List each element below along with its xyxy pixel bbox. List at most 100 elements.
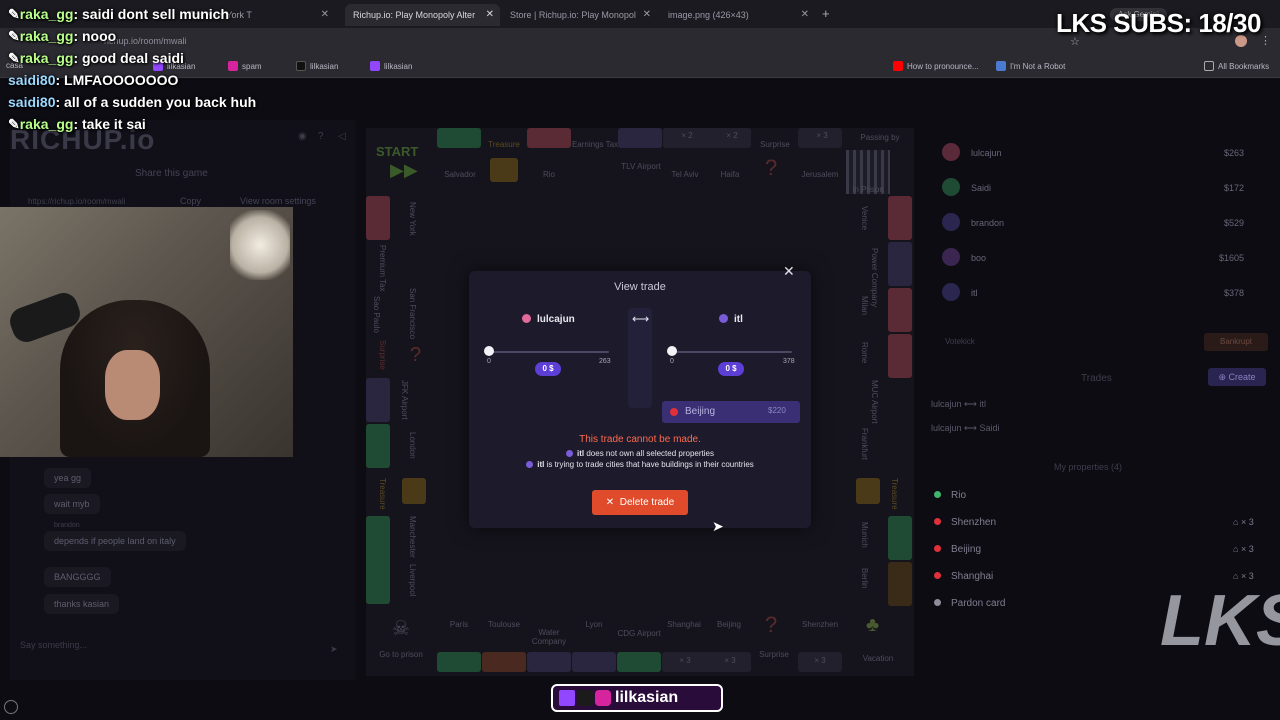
room-settings-button[interactable]: View room settings bbox=[240, 196, 316, 206]
bookmark-all[interactable]: All Bookmarks bbox=[1204, 61, 1269, 71]
house-multiplier: × 3 bbox=[724, 656, 736, 665]
property-row[interactable]: Rio bbox=[934, 490, 966, 501]
trade-row[interactable]: lulcajun ⟷ itl bbox=[931, 399, 986, 410]
cdg-color bbox=[617, 652, 661, 672]
tile-sao-paulo[interactable]: Sao Paulo bbox=[372, 296, 381, 333]
tile-surprise-bottom[interactable]: Surprise bbox=[752, 650, 796, 659]
sound-icon[interactable]: ◁ bbox=[338, 131, 346, 142]
tile-premium-tax[interactable]: Premium Tax bbox=[378, 245, 387, 292]
tile-berlin[interactable]: Berlin bbox=[860, 568, 869, 588]
tile-venice[interactable]: Venice bbox=[860, 206, 869, 230]
left-slider-min: 0 bbox=[487, 358, 491, 365]
player-row[interactable]: boo $1605 bbox=[924, 241, 1270, 275]
start-tile: START bbox=[376, 144, 419, 159]
bookmark-pronounce[interactable]: How to pronounce... bbox=[893, 61, 979, 71]
treasure-chest-icon bbox=[490, 158, 518, 182]
new-tab-icon[interactable]: + bbox=[822, 6, 830, 21]
send-icon[interactable]: ➤ bbox=[330, 644, 338, 655]
close-icon[interactable]: ✕ bbox=[801, 9, 809, 20]
bookmark-robot[interactable]: I'm Not a Robot bbox=[996, 61, 1065, 71]
left-money-slider-track[interactable] bbox=[489, 351, 609, 353]
tile-tlv-airport[interactable]: TLV Airport bbox=[614, 162, 668, 171]
property-row[interactable]: Shanghai bbox=[934, 571, 993, 582]
copy-button[interactable]: Copy bbox=[180, 196, 201, 206]
url-field[interactable]: richup.io/room/mwali bbox=[104, 36, 187, 46]
tile-treasure[interactable]: Treasure bbox=[482, 140, 526, 149]
tile-jfk-airport[interactable]: JFK Airport bbox=[400, 380, 409, 420]
tile-beijing[interactable]: Beijing bbox=[707, 620, 751, 629]
tile-tel-aviv[interactable]: Tel Aviv bbox=[663, 170, 707, 179]
tile-salvador[interactable]: Salvador bbox=[438, 170, 482, 179]
player-row[interactable]: itl $378 bbox=[924, 276, 1270, 310]
right-money-slider-track[interactable] bbox=[672, 351, 792, 353]
toulouse-color bbox=[482, 652, 526, 672]
right-slider-max: 378 bbox=[783, 358, 795, 365]
bookmark-lilkasian-2[interactable]: lilkasian bbox=[296, 61, 338, 71]
close-icon[interactable]: ✕ bbox=[486, 9, 494, 20]
tile-earnings-tax[interactable]: Earnings Tax bbox=[568, 140, 622, 149]
tile-cdg-airport[interactable]: CDG Airport bbox=[617, 629, 661, 638]
tile-surprise-left[interactable]: Surprise bbox=[378, 340, 387, 370]
bankrupt-button[interactable]: Bankrupt bbox=[1204, 333, 1268, 351]
property-row[interactable]: Beijing bbox=[934, 544, 981, 555]
share-url-field[interactable]: https://richup.io/room/mwali bbox=[28, 197, 125, 206]
surprise-icon: ? bbox=[765, 155, 778, 180]
instagram-icon bbox=[228, 61, 238, 71]
close-icon[interactable]: ✕ bbox=[643, 9, 651, 20]
tile-jerusalem[interactable]: Jerusalem bbox=[798, 170, 842, 179]
tile-milan[interactable]: Milan bbox=[860, 296, 869, 315]
property-row[interactable]: Pardon card bbox=[934, 598, 1005, 609]
tile-frankfurt[interactable]: Frankfurt bbox=[860, 428, 869, 460]
tile-in-prison[interactable]: In Prison bbox=[846, 185, 890, 194]
property-row[interactable]: Shenzhen bbox=[934, 517, 996, 528]
bookmark-spam[interactable]: spam bbox=[228, 61, 262, 71]
menu-icon[interactable]: ⋮ bbox=[1260, 34, 1271, 47]
tile-rio[interactable]: Rio bbox=[527, 170, 571, 179]
tile-toulouse[interactable]: Toulouse bbox=[482, 620, 526, 629]
tile-paris[interactable]: Paris bbox=[437, 620, 481, 629]
right-money-slider-handle[interactable] bbox=[667, 346, 677, 356]
tile-treasure-left[interactable]: Treasure bbox=[378, 478, 387, 510]
tile-san-francisco[interactable]: San Francisco bbox=[408, 288, 417, 339]
tile-manchester[interactable]: Manchester bbox=[408, 516, 417, 558]
help-icon[interactable]: ? bbox=[318, 131, 324, 142]
tile-rome[interactable]: Rome bbox=[860, 342, 869, 363]
tile-vacation[interactable]: Vacation bbox=[850, 654, 906, 663]
tile-surprise[interactable]: Surprise bbox=[753, 140, 797, 149]
tab-richup[interactable]: Richup.io: Play Monopoly Alter ✕ bbox=[345, 4, 500, 26]
tile-treasure-right[interactable]: Treasure bbox=[890, 478, 899, 510]
player-money: $172 bbox=[1223, 183, 1244, 193]
discord-icon[interactable]: ◉ bbox=[298, 131, 307, 142]
trade-row[interactable]: lulcajun ⟷ Saidi bbox=[931, 423, 999, 434]
house-multiplier: × 3 bbox=[814, 656, 826, 665]
tile-liverpool[interactable]: Liverpool bbox=[408, 564, 417, 596]
player-row[interactable]: Saidi $172 bbox=[924, 171, 1270, 205]
player-row[interactable]: lulcajun $263 bbox=[924, 136, 1270, 170]
tile-shanghai[interactable]: Shanghai bbox=[662, 620, 706, 629]
close-icon[interactable]: ✕ bbox=[321, 9, 329, 20]
tile-munich[interactable]: Munich bbox=[860, 522, 869, 548]
tile-haifa[interactable]: Haifa bbox=[708, 170, 752, 179]
tile-go-to-prison[interactable]: Go to prison bbox=[370, 650, 432, 659]
shield-icon[interactable] bbox=[4, 700, 18, 714]
close-icon[interactable]: ✕ bbox=[783, 263, 795, 280]
tab-image[interactable]: image.png (426×43) ✕ bbox=[660, 4, 815, 26]
chat-input[interactable]: Say something... bbox=[20, 640, 340, 660]
tile-new-york[interactable]: New York bbox=[408, 202, 417, 236]
left-money-slider-handle[interactable] bbox=[484, 346, 494, 356]
tile-power-company[interactable]: Power Company bbox=[870, 248, 879, 307]
bookmark-lilkasian-3[interactable]: lilkasian bbox=[370, 61, 412, 71]
tile-muc-airport[interactable]: MUC Airport bbox=[870, 380, 879, 424]
tile-london[interactable]: London bbox=[408, 432, 417, 459]
tile-shenzhen[interactable]: Shenzhen bbox=[798, 620, 842, 629]
votekick-button[interactable]: Votekick bbox=[945, 337, 975, 346]
trades-title: Trades bbox=[1081, 373, 1112, 384]
tile-lyon[interactable]: Lyon bbox=[572, 620, 616, 629]
create-trade-button[interactable]: ⊕ Create bbox=[1208, 368, 1266, 386]
overlay-text: all of a sudden you back huh bbox=[64, 94, 257, 110]
delete-trade-button[interactable]: ✕ Delete trade bbox=[592, 490, 688, 515]
player-row[interactable]: brandon $529 bbox=[924, 206, 1270, 240]
house-multiplier: × 2 bbox=[681, 131, 693, 140]
tile-water-company[interactable]: Water Company bbox=[527, 628, 571, 646]
tab-store[interactable]: Store | Richup.io: Play Monopol ✕ bbox=[502, 4, 657, 26]
